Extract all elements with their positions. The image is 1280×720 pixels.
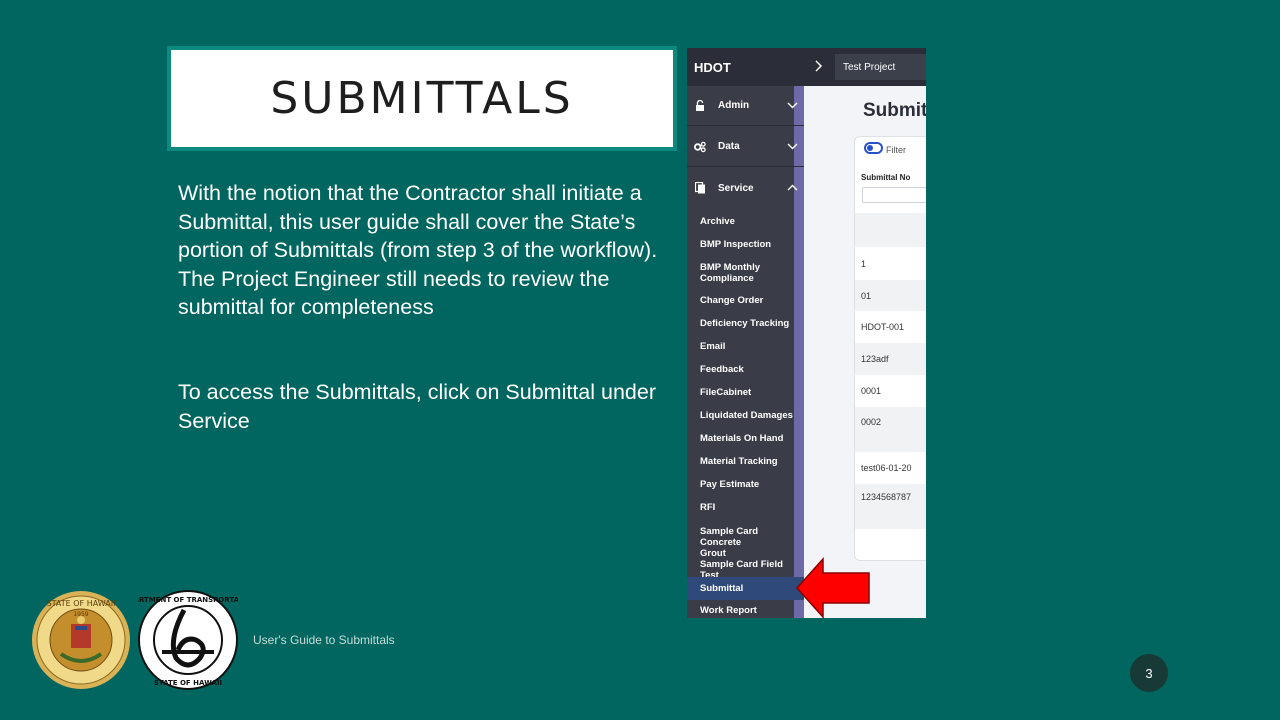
column-header-submittal-no[interactable]: Submittal No (861, 173, 910, 182)
sidebar-item-email[interactable]: Email (687, 341, 804, 352)
table-row (855, 213, 926, 247)
sidebar: Admin Data Service Archive BMP Inspectio… (687, 86, 804, 618)
sidebar-item-rfi[interactable]: RFI (687, 502, 804, 513)
svg-text:DEPARTMENT OF TRANSPORTATION: DEPARTMENT OF TRANSPORTATION (138, 596, 238, 604)
sidebar-item-liquidated-damages[interactable]: Liquidated Damages (687, 410, 804, 421)
chevron-right-icon (809, 59, 829, 75)
table-row[interactable]: 0002 (855, 407, 926, 452)
svg-text:STATE OF HAWAII: STATE OF HAWAII (47, 599, 116, 608)
sidebar-section-service[interactable]: Service (687, 168, 804, 208)
instruction-paragraph: To access the Submittals, click on Submi… (178, 380, 656, 433)
column-filter-input[interactable] (862, 187, 926, 203)
sidebar-item-materials-on-hand[interactable]: Materials On Hand (687, 433, 804, 444)
sidebar-section-data[interactable]: Data (687, 127, 804, 167)
gears-icon (694, 141, 706, 153)
sidebar-item-archive[interactable]: Archive (687, 216, 804, 227)
page-number: 3 (1130, 654, 1168, 692)
slide-title: SUBMITTALS (270, 73, 574, 124)
table-row[interactable]: 1 (855, 247, 926, 280)
svg-text:STATE OF HAWAII: STATE OF HAWAII (154, 679, 222, 687)
sidebar-item-material-tracking[interactable]: Material Tracking (687, 456, 804, 467)
slide-title-box: SUBMITTALS (167, 46, 677, 151)
main-content: Submitt Filter Submittal No 1 01 HDOT-00… (814, 86, 926, 618)
sidebar-item-pay-estimate[interactable]: Pay Estimate (687, 479, 804, 490)
documents-icon (694, 182, 706, 194)
table-row[interactable]: 01 (855, 280, 926, 311)
table-row[interactable]: test06-01-20 (855, 452, 926, 484)
table-row[interactable]: 1234568787 (855, 484, 926, 529)
svg-text:1959: 1959 (73, 611, 88, 618)
chevron-down-icon (780, 100, 804, 112)
intro-paragraph: With the notion that the Contractor shal… (178, 181, 658, 319)
filter-toggle[interactable] (864, 142, 883, 154)
sidebar-item-feedback[interactable]: Feedback (687, 364, 804, 375)
submittal-table-card: Filter Submittal No 1 01 HDOT-001 123adf… (854, 136, 926, 561)
red-arrow-pointer (795, 557, 870, 619)
sidebar-section-label: Data (718, 141, 740, 152)
lock-icon (694, 99, 706, 112)
project-selector[interactable]: Test Project (835, 54, 926, 80)
state-of-hawaii-seal: STATE OF HAWAII 1959 (32, 591, 130, 689)
table-row[interactable]: 123adf (855, 343, 926, 375)
sidebar-item-submittal[interactable]: Submittal (687, 577, 804, 600)
table-row[interactable]: 0001 (855, 375, 926, 407)
sidebar-item-filecabinet[interactable]: FileCabinet (687, 387, 804, 398)
sidebar-item-bmp-monthly-compliance[interactable]: BMP Monthly Compliance (687, 262, 804, 284)
table-row[interactable]: HDOT-001 (855, 311, 926, 343)
sidebar-section-label: Service (718, 182, 754, 194)
sidebar-item-deficiency-tracking[interactable]: Deficiency Tracking (687, 318, 804, 329)
chevron-down-icon (780, 141, 804, 153)
page-title: Submitt (863, 100, 926, 121)
department-of-transportation-seal: DEPARTMENT OF TRANSPORTATION STATE OF HA… (138, 590, 238, 690)
sidebar-item-bmp-inspection[interactable]: BMP Inspection (687, 239, 804, 250)
app-screenshot: HDOT Test Project Admin Data Service Arc… (687, 48, 926, 618)
chevron-up-icon (780, 182, 804, 194)
filter-label: Filter (886, 145, 906, 155)
app-topbar: HDOT Test Project (687, 48, 926, 86)
footer-text: User's Guide to Submittals (253, 633, 395, 647)
sidebar-item-sample-card-concrete-grout[interactable]: Sample Card Concrete Grout (687, 526, 804, 559)
sidebar-section-label: Admin (718, 100, 750, 111)
sidebar-section-admin[interactable]: Admin (687, 86, 804, 126)
sidebar-item-change-order[interactable]: Change Order (687, 295, 804, 306)
sidebar-item-work-report[interactable]: Work Report (687, 605, 804, 616)
app-brand[interactable]: HDOT (694, 60, 809, 75)
